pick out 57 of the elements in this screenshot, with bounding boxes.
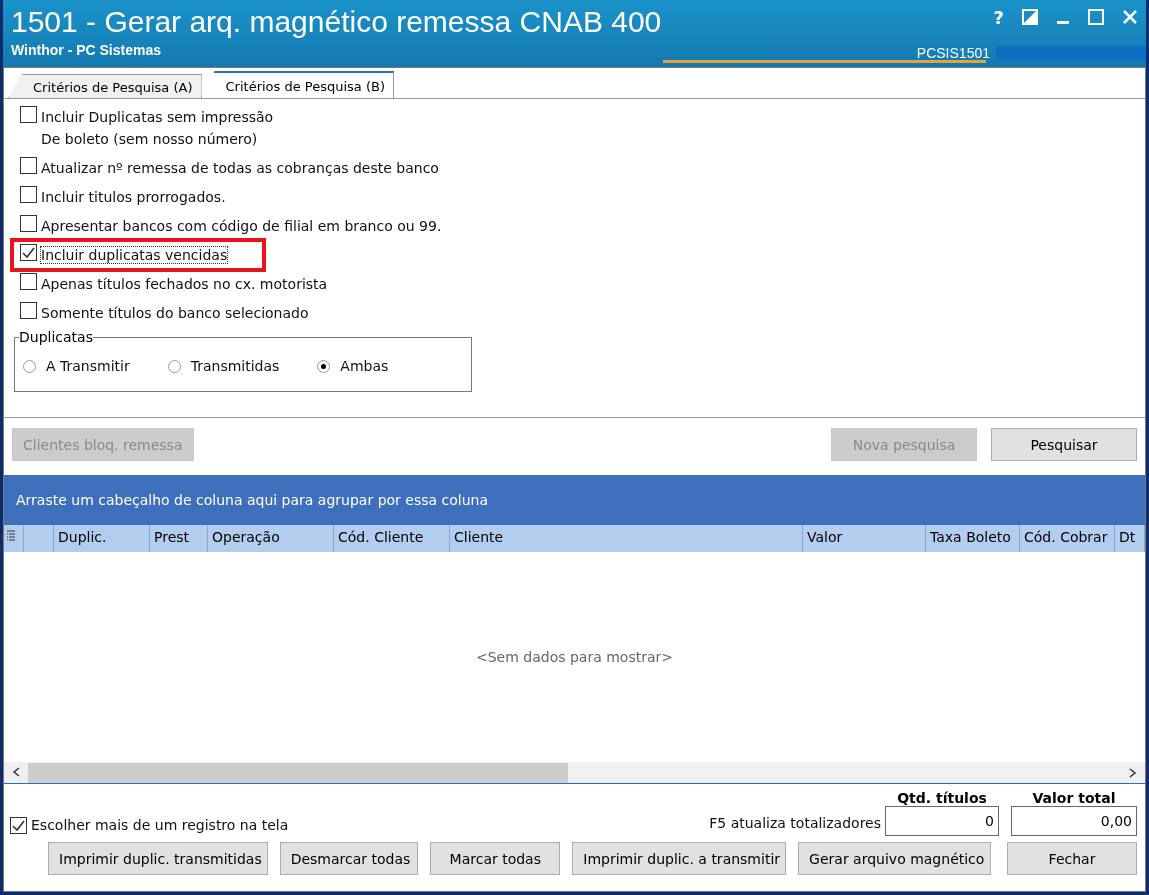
checkbox-label: Incluir duplicatas vencidas [41, 247, 228, 263]
checkbox-label: Escolher mais de um registro na tela [31, 816, 289, 835]
column-header[interactable]: Dt [1115, 525, 1145, 552]
help-button[interactable]: ? [993, 6, 1004, 28]
checkbox[interactable] [20, 244, 37, 261]
column-header[interactable]: Cód. Cobrar [1020, 525, 1115, 552]
action-button[interactable]: Imprimir duplic. transmitidas [48, 842, 268, 875]
checkbox-label: Apenas títulos fechados no cx. motorista [41, 276, 328, 292]
column-header[interactable]: Taxa Boleto [926, 525, 1020, 552]
scroll-left-icon[interactable] [12, 766, 20, 777]
checkbox-label: De boleto (sem nosso número) [41, 130, 259, 149]
column-header[interactable]: Prest [150, 525, 208, 552]
radio-label: A Transmitir [46, 357, 130, 376]
checkbox-label: Incluir Duplicatas sem impressão [41, 109, 274, 125]
field-label: Qtd. títulos [897, 790, 987, 806]
count-field: 0 [885, 806, 999, 836]
maximize-icon[interactable] [1088, 9, 1104, 25]
program-code: PCSIS1501 [916, 45, 990, 61]
checkbox[interactable] [20, 215, 37, 232]
checkbox-label: Atualizar nº remessa de todas as cobranças deste banco [41, 160, 439, 176]
group-hint: Arraste um cabeçalho de coluna aqui para agrupar por essa coluna [16, 492, 488, 508]
action-button[interactable]: Marcar todas [430, 842, 561, 875]
column-header[interactable]: Operação [208, 525, 334, 552]
checkbox[interactable] [20, 302, 37, 319]
field-label: Valor total [1032, 790, 1116, 806]
column-header[interactable]: Cliente [450, 525, 803, 552]
checkbox[interactable] [20, 106, 37, 123]
action-button[interactable]: Imprimir duplic. a transmitir [572, 842, 787, 875]
search-button[interactable]: Pesquisar [991, 428, 1137, 461]
horizontal-scrollbar[interactable] [4, 762, 1145, 784]
radio-label: Ambas [340, 357, 389, 376]
checkbox[interactable] [20, 186, 37, 203]
total-field: 0,00 [1011, 806, 1137, 836]
group-title: Duplicatas [19, 329, 93, 345]
checkbox[interactable] [10, 816, 27, 834]
action-button[interactable]: Desmarcar todas [279, 842, 419, 875]
checkbox[interactable] [20, 157, 37, 174]
empty-message: <Sem dados para mostrar> [475, 649, 673, 665]
column-header[interactable]: Duplic. [54, 525, 150, 552]
checkbox-label: Somente títulos do banco selecionado [41, 305, 309, 321]
window-title: 1501 - Gerar arq. magnético remessa CNAB 400 [11, 4, 663, 40]
window-subtitle: Winthor - PC Sistemas [11, 42, 162, 58]
action-button[interactable]: Gerar arquivo magnético [798, 842, 991, 875]
scroll-right-icon[interactable] [1129, 768, 1137, 778]
checkbox-label: Apresentar bancos com código de filial em branco ou 99. [41, 218, 442, 234]
close-icon[interactable] [1122, 9, 1138, 25]
tab[interactable]: Critérios de Pesquisa (B) [200, 71, 394, 98]
checkbox-label: Incluir titulos prorrogados. [41, 189, 226, 205]
radio-dot-icon [321, 363, 327, 369]
radio-label: Transmitidas [190, 357, 280, 376]
column-header[interactable]: Cód. Cliente [334, 525, 450, 552]
checkbox[interactable] [20, 273, 37, 290]
contrast-icon[interactable] [1022, 9, 1038, 25]
refresh-hint: F5 atualiza totalizadores [709, 814, 881, 833]
column-header[interactable]: Valor [803, 525, 926, 552]
action-button[interactable]: Fechar [1007, 842, 1137, 875]
tab[interactable]: Critérios de Pesquisa (A) [8, 74, 202, 98]
